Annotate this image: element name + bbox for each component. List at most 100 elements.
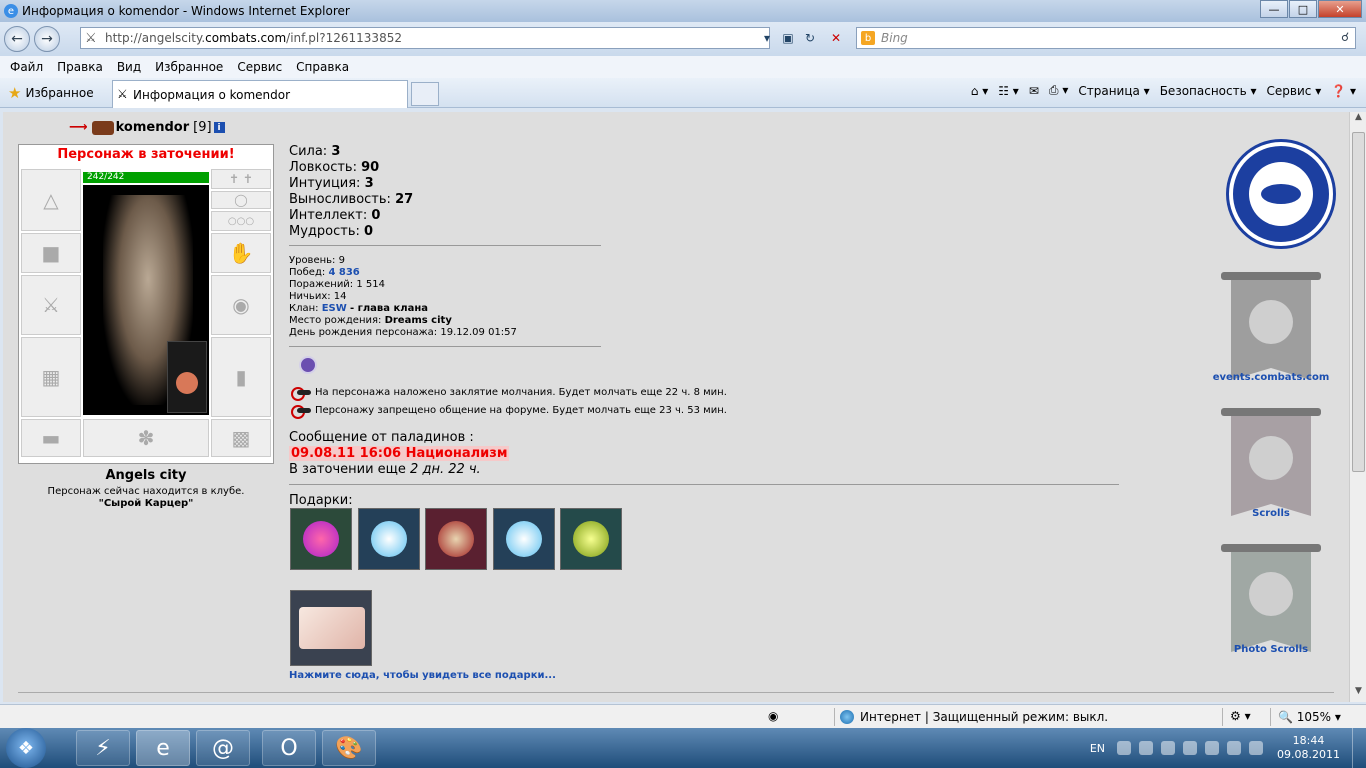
guild-badge-icon[interactable] [299, 356, 317, 374]
tray-icon[interactable] [1183, 741, 1198, 755]
refresh-icon[interactable]: ↻ [800, 28, 820, 48]
print-icon[interactable]: ⎙ ▾ [1049, 83, 1068, 98]
menu-favorites[interactable]: Избранное [155, 60, 223, 74]
pet-image[interactable] [167, 341, 207, 413]
bing-icon: b [861, 31, 875, 45]
info-label: Побед: [289, 267, 326, 278]
combats-logo[interactable] [1229, 142, 1333, 246]
menu-edit[interactable]: Правка [57, 60, 103, 74]
menu-tools[interactable]: Сервис [237, 60, 282, 74]
language-indicator[interactable]: EN [1090, 742, 1105, 755]
divider [18, 692, 1334, 693]
gift-drum[interactable] [425, 508, 487, 570]
clan-emblem-icon[interactable] [91, 120, 114, 135]
network-icon[interactable] [1205, 741, 1220, 755]
mail-icon[interactable]: ✉ [1029, 84, 1039, 98]
gift-crystal[interactable] [358, 508, 420, 570]
search-icon[interactable]: ☌ [1341, 30, 1349, 44]
gift-envelope[interactable] [290, 590, 372, 666]
favorites-button[interactable]: ★ Избранное [8, 84, 94, 102]
helmet-slot[interactable]: △ [21, 169, 81, 231]
tray-icon[interactable] [1161, 741, 1176, 755]
gift-gem[interactable] [560, 508, 622, 570]
wins-link[interactable]: 4 836 [328, 267, 359, 278]
scroll-down-icon[interactable]: ▼ [1350, 686, 1366, 702]
scrolls-link[interactable]: Scrolls [1201, 508, 1341, 519]
bracers-slot[interactable]: ■ [21, 233, 81, 273]
back-button[interactable]: ← [4, 26, 30, 52]
maximize-button[interactable]: □ [1289, 0, 1317, 18]
volume-icon[interactable] [1227, 741, 1242, 755]
clan-link[interactable]: ESW [322, 303, 347, 314]
url-suffix: /inf.pl?1261133852 [286, 31, 402, 45]
weapon-slot[interactable]: ⚔ [21, 275, 81, 335]
rss-icon[interactable]: ☷ ▾ [998, 84, 1019, 98]
taskbar-winamp[interactable]: ⚡ [76, 730, 130, 766]
zoom-control[interactable]: 🔍 105% ▾ [1278, 710, 1341, 724]
menu-file[interactable]: Файл [10, 60, 43, 74]
all-gifts-link[interactable]: Нажмите сюда, чтобы увидеть все подарки.… [289, 670, 556, 681]
minimize-button[interactable]: — [1260, 0, 1288, 18]
address-input[interactable]: ⚔ http://angelscity. combats.com/inf.pl?1… [80, 27, 770, 49]
info-label: Уровень: [289, 255, 336, 266]
info-value: 9 [338, 255, 345, 266]
clan-role: - глава клана [349, 303, 428, 314]
info-draws: Ничьих: 14 [289, 291, 517, 303]
armor-slot[interactable]: ▦ [21, 337, 81, 417]
belt-slot[interactable]: ▬ [21, 419, 81, 457]
photo-scrolls-link[interactable]: Photo Scrolls [1201, 644, 1341, 655]
page-menu[interactable]: Страница ▾ [1078, 84, 1149, 98]
show-desktop-button[interactable] [1352, 728, 1366, 768]
scroll-up-icon[interactable]: ▲ [1350, 112, 1366, 128]
logo-inner [1249, 162, 1313, 226]
city-label: Angels city [105, 468, 187, 483]
help-icon[interactable]: ❓ ▾ [1331, 84, 1356, 98]
earrings-slot[interactable]: ✝ ✝ [211, 169, 271, 189]
address-dropdown-icon[interactable]: ▾ [757, 28, 777, 48]
vertical-scrollbar[interactable]: ▲ ▼ [1349, 112, 1366, 702]
home-icon[interactable]: ⌂ ▾ [971, 84, 988, 98]
search-input[interactable]: b Bing ☌ [856, 27, 1356, 49]
info-icon[interactable]: i [213, 122, 225, 133]
rune-slot[interactable]: ✽ [83, 419, 209, 457]
menu-view[interactable]: Вид [117, 60, 141, 74]
compatibility-icon[interactable]: ▣ [778, 28, 798, 48]
scrolls-banner[interactable]: Scrolls [1221, 408, 1321, 532]
events-banner[interactable]: events.combats.com [1213, 272, 1329, 396]
start-button[interactable]: ❖ [6, 728, 46, 768]
zone-text: Интернет | Защищенный режим: выкл. [860, 710, 1109, 724]
tray-icon[interactable] [1249, 741, 1264, 755]
safety-menu[interactable]: Безопасность ▾ [1160, 84, 1257, 98]
taskbar-mail[interactable]: @ [196, 730, 250, 766]
clock[interactable]: 18:44 09.08.2011 [1277, 734, 1340, 762]
photo-scrolls-banner[interactable]: Photo Scrolls [1221, 544, 1321, 668]
favorites-label: Избранное [25, 85, 94, 100]
leggings-slot[interactable]: ▮ [211, 337, 271, 417]
new-tab-button[interactable] [411, 82, 439, 106]
menu-help[interactable]: Справка [296, 60, 349, 74]
stop-icon[interactable]: ✕ [826, 28, 846, 48]
taskbar-paint[interactable]: 🎨 [322, 730, 376, 766]
tray-icon[interactable] [1117, 741, 1132, 755]
forward-button[interactable]: → [34, 26, 60, 52]
gloves-slot[interactable]: ✋ [211, 233, 271, 273]
tab-favicon: ⚔ [117, 87, 128, 101]
privacy-icon[interactable]: ◉ [768, 709, 778, 723]
url-domain: combats.com [205, 31, 287, 45]
shield-slot[interactable]: ◉ [211, 275, 271, 335]
tab-komendor[interactable]: ⚔ Информация о komendor [112, 80, 408, 108]
events-link[interactable]: events.combats.com [1201, 372, 1341, 383]
taskbar-opera[interactable]: O [262, 730, 316, 766]
rings-slot[interactable]: ○○○ [211, 211, 271, 231]
scroll-thumb[interactable] [1352, 132, 1365, 472]
gift-flower[interactable] [290, 508, 352, 570]
tools-menu[interactable]: Сервис ▾ [1267, 84, 1322, 98]
gift-crystal[interactable] [493, 508, 555, 570]
tray-icon[interactable] [1139, 741, 1154, 755]
boots-slot[interactable]: ▩ [211, 419, 271, 457]
close-button[interactable]: ✕ [1318, 0, 1362, 18]
protected-mode-icon[interactable]: ⚙ ▾ [1230, 709, 1251, 723]
banner-rod [1221, 408, 1321, 416]
amulet-slot[interactable]: ◯ [211, 191, 271, 209]
taskbar-ie[interactable]: e [136, 730, 190, 766]
